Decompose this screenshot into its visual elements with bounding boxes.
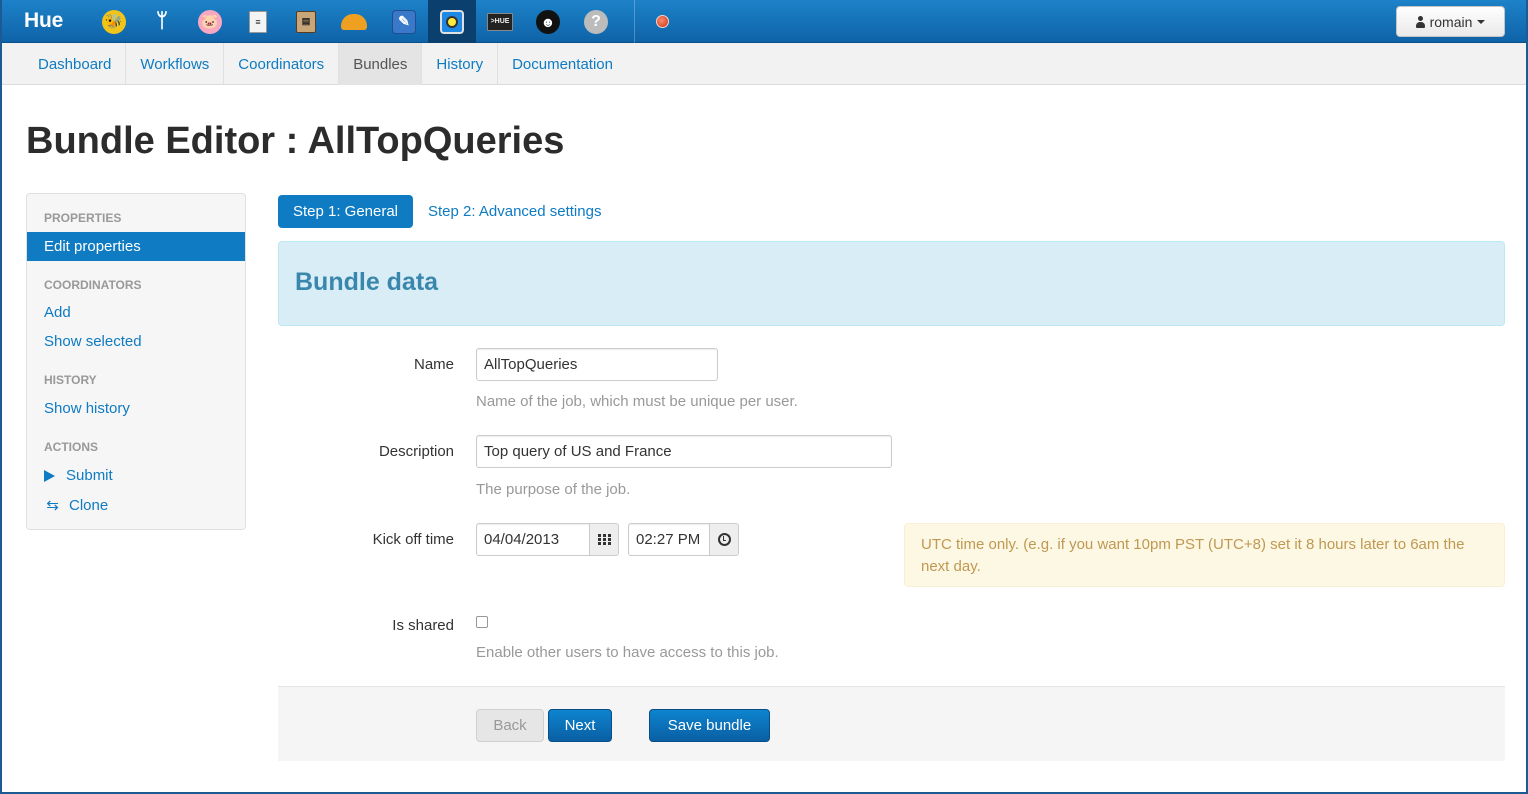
job-browser-icon[interactable]: ▤ [282, 0, 330, 43]
save-bundle-button[interactable]: Save bundle [649, 709, 770, 742]
sidebar-header-history: HISTORY [44, 373, 97, 387]
shared-help: Enable other users to have access to thi… [476, 644, 779, 661]
oozie-icon[interactable]: ᛘ [138, 0, 186, 43]
time-picker-button[interactable] [709, 523, 739, 556]
back-button[interactable]: Back [476, 709, 544, 742]
section-heading: Bundle data [295, 268, 439, 296]
name-input[interactable] [476, 348, 718, 381]
section-header-box: Bundle data [278, 241, 1505, 326]
sidebar-header-coordinators: COORDINATORS [44, 278, 142, 292]
calendar-icon [597, 534, 611, 545]
page-title: Bundle Editor : AllTopQueries [26, 120, 565, 162]
pig-icon[interactable]: 🐷 [186, 0, 234, 43]
play-icon [44, 469, 55, 482]
kickoff-time-input[interactable] [628, 523, 710, 556]
status-indicator-icon[interactable] [656, 15, 669, 28]
metastore-icon[interactable]: ✎ [380, 0, 428, 43]
nav-history[interactable]: History [422, 43, 499, 85]
topbar-divider [634, 0, 635, 43]
kickoff-date-input[interactable] [476, 523, 590, 556]
sidebar-header-properties: PROPERTIES [44, 211, 122, 225]
sidebar-item-clone[interactable]: ⇆ Clone [44, 496, 109, 515]
top-app-bar: Hue 🐝 ᛘ 🐷 ≡ ▤ ✎ >HUE ☻ ? romain [2, 0, 1526, 43]
tab-step-general[interactable]: Step 1: General [278, 195, 413, 228]
retweet-icon: ⇆ [46, 497, 59, 514]
sidebar-item-edit-properties[interactable]: Edit properties [27, 232, 245, 261]
kickoff-label: Kick off time [372, 531, 454, 548]
sidebar-header-actions: ACTIONS [44, 440, 98, 454]
shared-label: Is shared [392, 617, 454, 634]
hbase-icon[interactable] [330, 0, 378, 43]
nav-workflows[interactable]: Workflows [126, 43, 225, 85]
next-button[interactable]: Next [548, 709, 612, 742]
clone-label: Clone [69, 496, 109, 514]
caret-down-icon [1477, 19, 1486, 24]
sidebar-item-show-selected[interactable]: Show selected [44, 333, 142, 350]
sidebar-item-submit[interactable]: Submit [44, 467, 113, 484]
username-label: romain [1429, 13, 1473, 30]
nav-dashboard[interactable]: Dashboard [24, 43, 127, 85]
date-picker-button[interactable] [589, 523, 619, 556]
user-admin-icon[interactable]: ☻ [524, 0, 572, 43]
utc-warning: UTC time only. (e.g. if you want 10pm PS… [904, 523, 1505, 587]
shared-checkbox[interactable] [476, 616, 488, 628]
description-input[interactable] [476, 435, 892, 468]
nav-bundles[interactable]: Bundles [339, 43, 423, 85]
sidebar-item-show-history[interactable]: Show history [44, 400, 130, 417]
shell-icon[interactable]: >HUE [476, 0, 524, 43]
description-label: Description [378, 443, 454, 460]
clock-icon [717, 533, 731, 546]
sidebar: PROPERTIES Edit properties COORDINATORS … [26, 193, 246, 530]
nav-documentation[interactable]: Documentation [498, 43, 627, 85]
submit-label: Submit [66, 467, 113, 484]
name-label: Name [413, 356, 454, 373]
name-help: Name of the job, which must be unique pe… [476, 393, 798, 410]
description-help: The purpose of the job. [476, 481, 631, 498]
user-menu-button[interactable]: romain [1396, 6, 1505, 37]
nav-coordinators[interactable]: Coordinators [224, 43, 340, 85]
sidebar-item-add[interactable]: Add [44, 304, 71, 321]
hue-logo[interactable]: Hue [24, 9, 63, 33]
help-icon[interactable]: ? [572, 0, 620, 43]
user-icon [1415, 15, 1425, 28]
oozie-workflow-icon[interactable] [428, 0, 476, 43]
tab-step-advanced[interactable]: Step 2: Advanced settings [428, 203, 601, 220]
beeswax-icon[interactable]: 🐝 [90, 0, 138, 43]
sub-navigation: Dashboard Workflows Coordinators Bundles… [2, 43, 1526, 85]
form-actions: Back Next Save bundle [278, 686, 1505, 761]
file-browser-icon[interactable]: ≡ [234, 0, 282, 43]
